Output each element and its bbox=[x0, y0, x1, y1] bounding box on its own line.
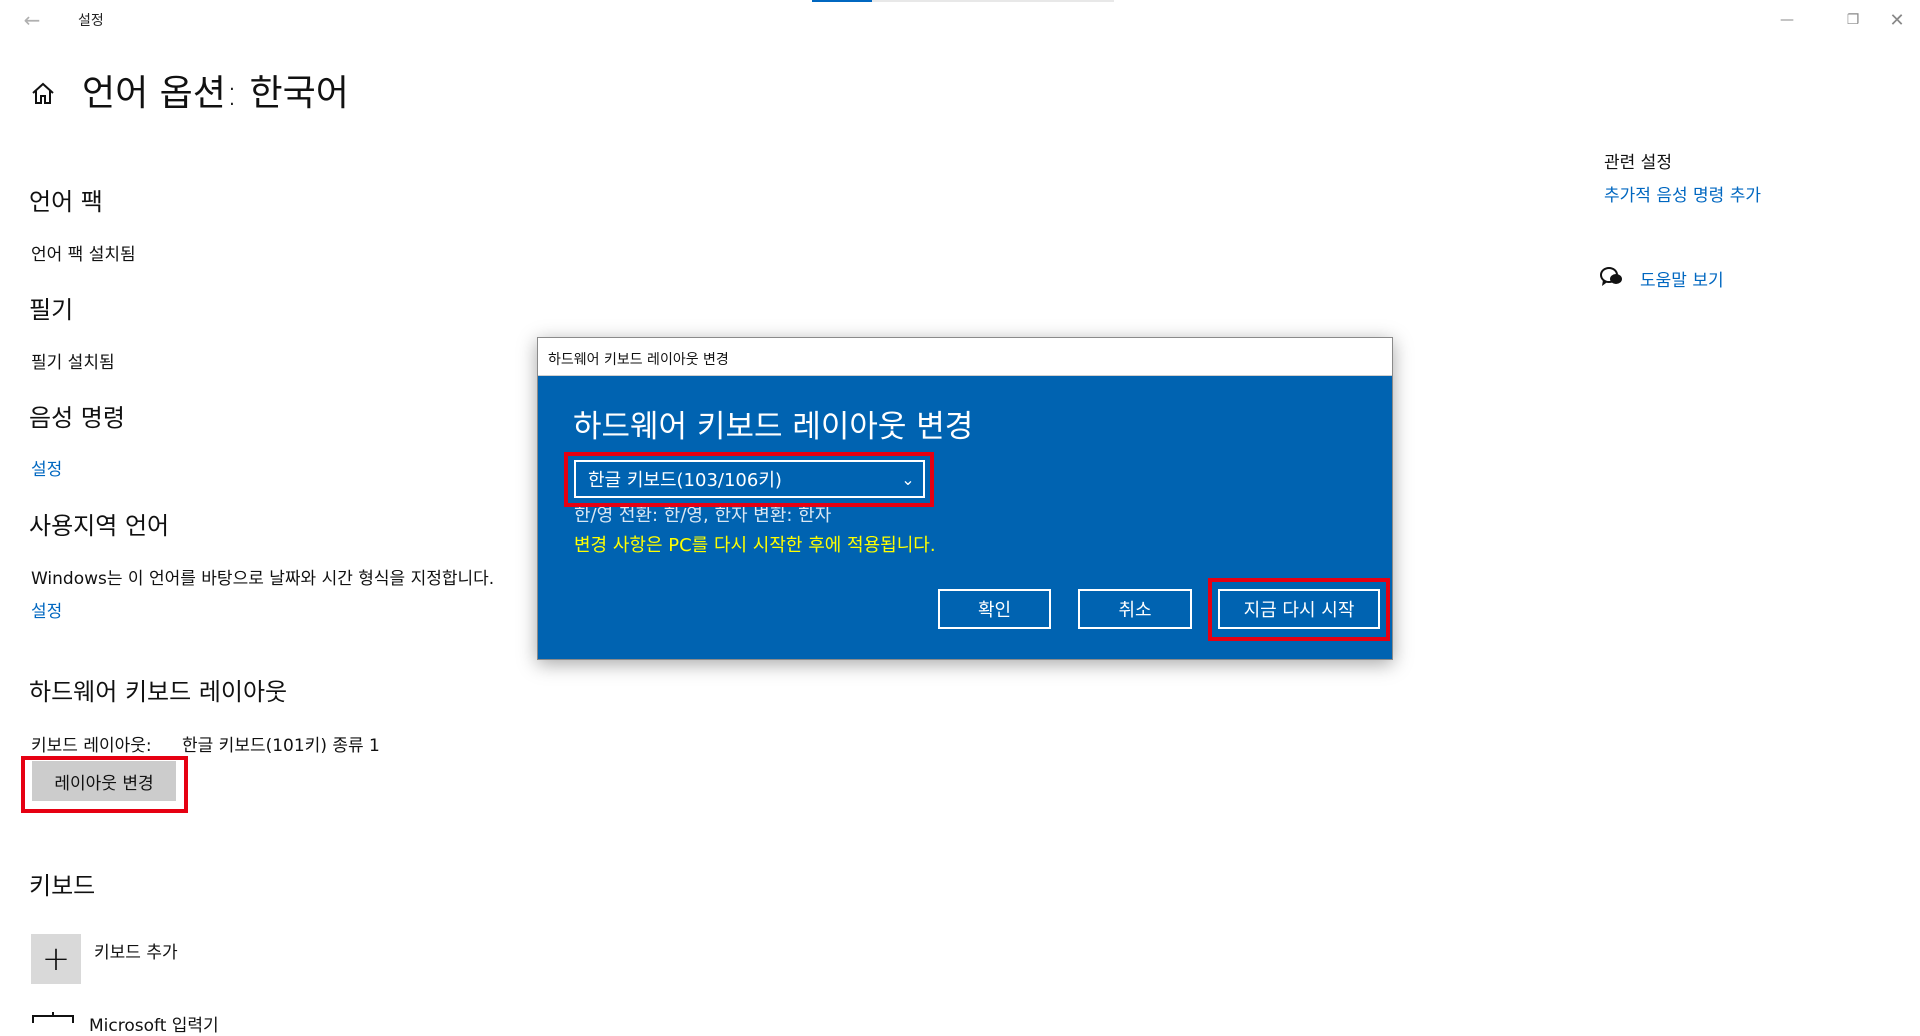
dialog-caption-bar: 하드웨어 키보드 레이아웃 변경 bbox=[538, 338, 1392, 376]
keyboard-layout-label: 키보드 레이아웃: bbox=[31, 736, 152, 756]
maximize-icon[interactable]: ❐ bbox=[1830, 0, 1876, 40]
back-arrow-icon[interactable]: ← bbox=[14, 6, 50, 34]
plus-icon[interactable]: + bbox=[31, 934, 81, 984]
dialog-heading: 하드웨어 키보드 레이아웃 변경 bbox=[573, 409, 974, 445]
hardware-layout-heading: 하드웨어 키보드 레이아웃 bbox=[29, 678, 288, 706]
speech-heading: 음성 명령 bbox=[29, 404, 125, 432]
related-settings-heading: 관련 설정 bbox=[1604, 153, 1672, 173]
cancel-button[interactable]: 취소 bbox=[1078, 589, 1192, 629]
handwriting-heading: 필기 bbox=[29, 296, 74, 324]
regional-language-heading: 사용지역 언어 bbox=[29, 512, 170, 540]
page-title: 언어 옵션: 한국어 bbox=[82, 73, 349, 114]
title-bar: ← 설정 — ❐ ✕ bbox=[0, 0, 1920, 40]
installed-keyboard-label[interactable]: Microsoft 입력기 bbox=[89, 1011, 219, 1036]
dialog-caption: 하드웨어 키보드 레이아웃 변경 bbox=[548, 352, 729, 368]
language-pack-status: 언어 팩 설치됨 bbox=[31, 245, 136, 265]
regional-language-description: Windows는 이 언어를 바탕으로 날짜와 시간 형식을 지정합니다. bbox=[31, 569, 495, 589]
additional-speech-link[interactable]: 추가적 음성 명령 추가 bbox=[1604, 181, 1761, 206]
keyboard-icon bbox=[32, 1012, 74, 1023]
close-icon[interactable]: ✕ bbox=[1874, 0, 1920, 40]
app-title: 설정 bbox=[78, 13, 104, 29]
add-keyboard-label[interactable]: 키보드 추가 bbox=[94, 938, 178, 963]
loading-progress-fill bbox=[812, 0, 873, 2]
highlight-box-restart bbox=[1208, 578, 1390, 641]
highlight-box-dropdown bbox=[564, 452, 934, 507]
keyboards-heading: 키보드 bbox=[29, 872, 96, 900]
keyboard-layout-value: 한글 키보드(101키) 종류 1 bbox=[182, 736, 380, 756]
language-pack-heading: 언어 팩 bbox=[29, 188, 103, 216]
minimize-icon[interactable]: — bbox=[1764, 0, 1810, 40]
highlight-box-change-layout bbox=[21, 756, 188, 813]
handwriting-status: 필기 설치됨 bbox=[31, 353, 115, 373]
help-link[interactable]: 도움말 보기 bbox=[1640, 266, 1724, 291]
regional-settings-link[interactable]: 설정 bbox=[31, 597, 62, 622]
help-chat-icon[interactable] bbox=[1599, 266, 1623, 288]
home-icon[interactable] bbox=[28, 78, 58, 108]
ok-button[interactable]: 확인 bbox=[938, 589, 1051, 629]
hardware-keyboard-layout-dialog: 하드웨어 키보드 레이아웃 변경 하드웨어 키보드 레이아웃 변경 한/영 전환… bbox=[537, 337, 1393, 660]
restart-note: 변경 사항은 PC를 다시 시작한 후에 적용됩니다. bbox=[574, 535, 936, 556]
speech-settings-link[interactable]: 설정 bbox=[31, 455, 62, 480]
